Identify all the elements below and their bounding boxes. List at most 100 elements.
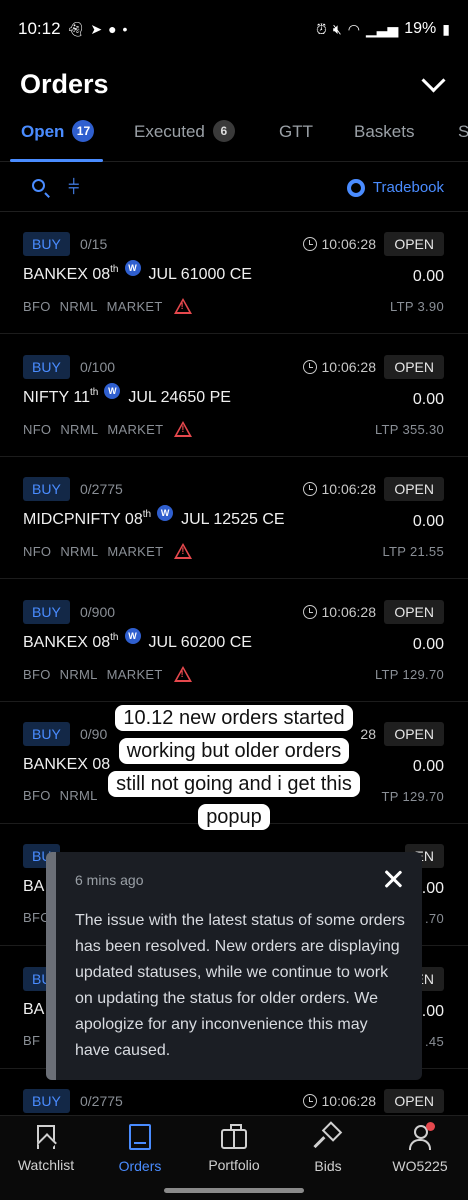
order-side-badge: BUY — [23, 722, 70, 746]
mute-icon: 🔇︎ — [332, 20, 342, 37]
order-type: MARKET — [107, 421, 164, 437]
order-status-badge: OPEN — [384, 355, 444, 379]
order-instrument: BA — [23, 878, 44, 896]
signal-icon: ▁▃▅ — [365, 20, 399, 37]
nav-label: Watchlist — [17, 1157, 75, 1173]
nav-profile[interactable]: WO5225 — [374, 1122, 466, 1174]
order-ltp: LTP 3.90 — [390, 299, 444, 314]
order-row[interactable]: BUY 0/15 10:06:28 OPEN BANKEX 08th W JUL 6… — [0, 212, 468, 334]
order-qty: 0/100 — [80, 359, 116, 375]
ltp-value: 129.70 — [402, 789, 444, 804]
nav-label: Orders — [118, 1158, 162, 1174]
home-indicator[interactable] — [164, 1188, 304, 1193]
tab-gtt[interactable]: GTT — [279, 122, 313, 162]
order-side-badge: BUY — [23, 600, 70, 624]
order-time-value: 10:06:28 — [321, 481, 377, 497]
order-price: 0.00 — [412, 268, 444, 285]
ltp-value: 21.55 — [409, 544, 444, 559]
nav-portfolio[interactable]: Portfolio — [188, 1124, 280, 1173]
book-icon — [129, 1124, 151, 1150]
order-status-badge: OPEN — [384, 232, 444, 256]
instrument-symbol: BA — [23, 1001, 45, 1018]
order-type: MARKET — [106, 666, 163, 682]
ltp-value: 3.90 — [417, 299, 444, 314]
popup-message: The issue with the latest status of some… — [75, 912, 405, 1059]
search-icon[interactable] — [30, 177, 52, 199]
order-status-badge: OPEN — [384, 600, 444, 624]
order-ltp: .70 — [425, 911, 444, 926]
tab-label: Executed — [134, 122, 205, 141]
tab-baskets[interactable]: Baskets — [354, 122, 414, 162]
order-exchange: NFO — [23, 421, 52, 437]
order-status-badge: OPEN — [384, 1089, 444, 1113]
order-row[interactable]: BUY 0/2775 10:06:28 OPEN MIDCPNIFTY 08th… — [0, 457, 468, 579]
order-meta: BFO NRML MARKET — [23, 298, 192, 314]
order-instrument: NIFTY 11th W JUL 24650 PE — [23, 383, 231, 407]
telegram-icon: ➤ — [90, 20, 103, 37]
ltp-value: .45 — [425, 1034, 444, 1049]
instrument-contract: JUL 12525 CE — [181, 511, 285, 528]
nav-orders[interactable]: Orders — [94, 1124, 186, 1174]
order-ltp: LTP 355.30 — [375, 422, 444, 437]
order-time: 10:06:28 — [302, 236, 377, 252]
order-time-value: 10:06:28 — [321, 236, 377, 252]
tab-executed[interactable]: Executed 6 — [134, 120, 235, 162]
caption-line: popup — [198, 804, 270, 830]
order-qty: 0/2775 — [80, 1093, 123, 1109]
order-price: .00 — [421, 880, 444, 897]
order-ltp: LTP 129.70 — [375, 667, 444, 682]
order-product: NRML — [59, 788, 98, 803]
nav-watchlist[interactable]: Watchlist — [0, 1124, 92, 1173]
instrument-suffix: th — [142, 509, 152, 520]
order-meta: NFO NRML MARKET — [23, 543, 193, 559]
caption-line: 10.12 new orders started — [115, 705, 353, 731]
user-icon — [407, 1122, 435, 1150]
nav-label: WO5225 — [392, 1158, 448, 1174]
popup-accent-bar — [46, 852, 56, 1080]
order-product: NRML — [60, 543, 99, 559]
order-ltp: LTP 21.55 — [382, 544, 444, 559]
ltp-label: LTP — [390, 299, 414, 314]
screenshot-caption: 10.12 new orders started working but old… — [98, 702, 370, 834]
order-qty: 0/15 — [80, 236, 108, 252]
order-time: 10:06:28 — [302, 359, 377, 375]
order-meta: BF — [23, 1033, 40, 1048]
order-ltp: .45 — [425, 1034, 444, 1049]
orders-toolbar: ⫩ Tradebook — [0, 164, 468, 212]
order-ltp: TP 129.70 — [382, 789, 444, 804]
tradebook-button[interactable]: Tradebook — [346, 178, 444, 197]
order-row[interactable]: BUY 0/900 10:06:28 OPEN BANKEX 08th W JUL … — [0, 580, 468, 702]
clock-icon — [302, 360, 317, 374]
clock-icon — [302, 482, 317, 496]
nav-bids[interactable]: Bids — [282, 1124, 374, 1174]
instrument-symbol: BA — [23, 878, 45, 895]
close-icon[interactable] — [382, 868, 404, 890]
order-time-value: 10:06:28 — [321, 359, 377, 375]
order-qty: 0/900 — [80, 604, 116, 620]
caption-line: still not going and i get this — [108, 771, 360, 797]
order-meta: NFO NRML MARKET — [23, 421, 193, 437]
filter-icon[interactable]: ⫩ — [68, 177, 90, 199]
order-product: NRML — [60, 421, 99, 437]
clock-icon — [302, 1094, 317, 1108]
active-tab-indicator — [10, 159, 103, 162]
order-row[interactable]: BUY 0/100 10:06:28 OPEN NIFTY 11th W JUL 2… — [0, 335, 468, 457]
warning-icon — [174, 421, 193, 437]
gavel-icon — [315, 1124, 341, 1150]
order-exchange: BFO — [23, 666, 51, 682]
weekly-badge: W — [124, 628, 141, 644]
chevron-down-icon[interactable] — [420, 70, 448, 98]
instrument-contract: JUL 61000 CE — [148, 266, 252, 283]
order-product: NRML — [59, 298, 98, 314]
instrument-contract: JUL 60200 CE — [148, 634, 252, 651]
order-instrument: MIDCPNIFTY 08th W JUL 12525 CE — [23, 505, 285, 529]
tab-open[interactable]: Open 17 — [21, 120, 95, 162]
ltp-value: 355.30 — [402, 422, 444, 437]
status-bar: 10:12 👻︎ ➤ ● • ⏰︎ 🔇︎ ◠ ▁▃▅ 19% ▮ — [0, 0, 468, 58]
alarm-icon: ⏰︎ — [315, 20, 327, 37]
ltp-label: TP — [381, 789, 399, 804]
order-price: 0.00 — [412, 758, 444, 775]
clock-icon — [302, 237, 317, 251]
order-time: 10:06:28 — [302, 1093, 376, 1109]
tab-overflow[interactable]: S — [458, 122, 468, 162]
